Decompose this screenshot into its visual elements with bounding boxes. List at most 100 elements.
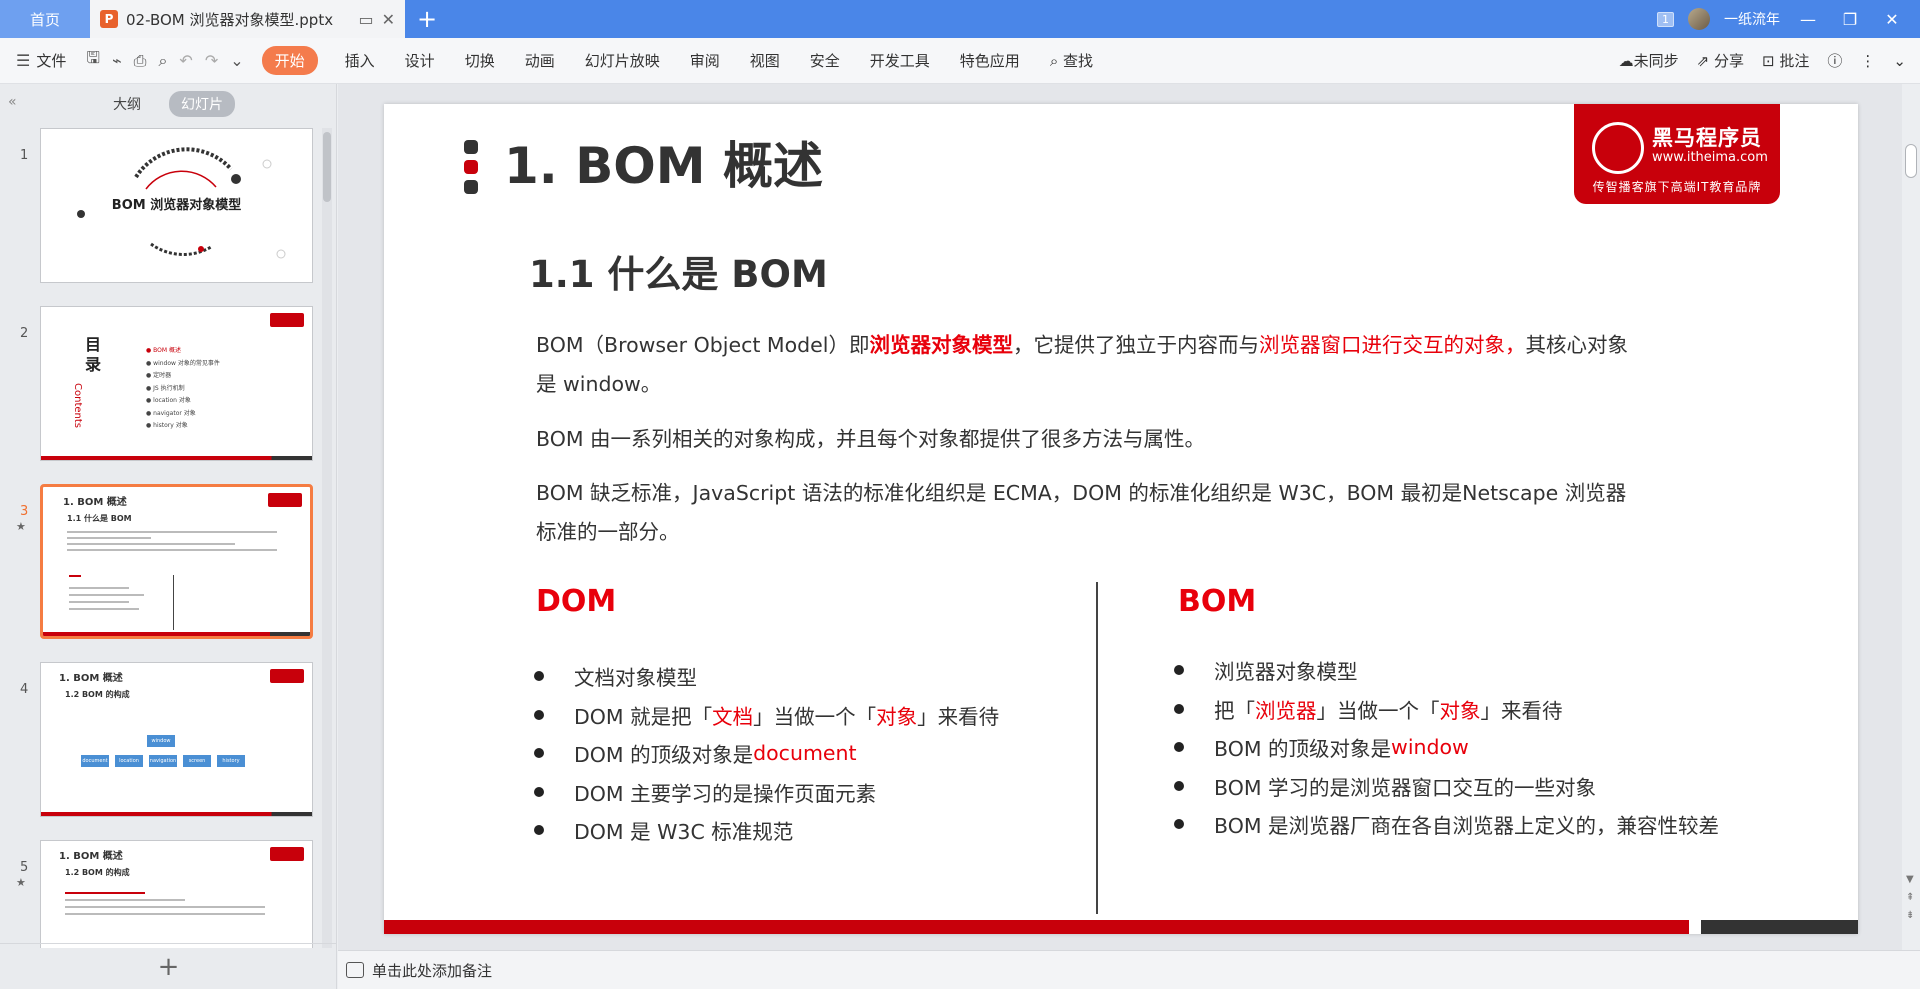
menu-review[interactable]: 审阅 [690,50,720,71]
close-window-icon[interactable]: ✕ [1878,10,1906,29]
list-item: 文档对象模型 [528,657,999,696]
help-icon[interactable]: ⓘ [1827,50,1842,71]
animation-star-icon: ★ [16,876,26,889]
thumbnail-4-box: document [81,755,109,767]
menu-security[interactable]: 安全 [810,50,840,71]
file-menu[interactable]: 文件 [36,50,66,71]
list-item: BOM 学习的是浏览器窗口交互的一些对象 [1168,767,1719,806]
hamburger-menu-icon[interactable]: ☰ [16,51,30,70]
user-name[interactable]: 一纸流年 [1724,9,1780,29]
slide-canvas: 1. BOM 概述 黑马程序员 www.itheima.com 传智播客旗下高端… [338,84,1902,950]
document-tab[interactable]: P 02-BOM 浏览器对象模型.pptx ▭ ✕ [90,0,405,38]
thumbnail-logo [270,847,304,861]
brand-logo: 黑马程序员 www.itheima.com 传智播客旗下高端IT教育品牌 [1574,104,1780,204]
menu-view[interactable]: 视图 [750,50,780,71]
list-item: 浏览器对象模型 [1168,651,1719,690]
thumbnail-footer-bar [41,456,312,460]
current-slide[interactable]: 1. BOM 概述 黑马程序员 www.itheima.com 传智播客旗下高端… [384,104,1858,934]
share-label: 分享 [1714,52,1745,70]
menu-start[interactable]: 开始 [261,46,318,75]
add-slide-button[interactable]: + [0,943,337,989]
bullet [534,825,544,836]
thumbnail-3-sub: 1.1 什么是 BOM [67,514,132,523]
p1-highlight: 浏览器对象模型 [869,333,1013,357]
avatar[interactable] [1688,8,1710,30]
thumbnail-logo [270,313,304,327]
thumbnail-4-box: navigation [149,755,177,767]
collapse-ribbon-icon[interactable]: ⌄ [1893,52,1906,70]
window-count-badge[interactable]: 1 [1657,11,1674,27]
paragraph-3: BOM 缺乏标准，JavaScript 语法的标准化组织是 ECMA，DOM 的… [536,481,1627,544]
ribbon-menu-bar: ☰ 文件 🖫 ⌁ ⎙ ⌕ ↶ ↷ ⌄ 开始 插入 设计 切换 动画 幻灯片放映 … [0,38,1920,84]
print-icon[interactable]: ⎙ [134,51,147,71]
sync-label: 未同步 [1633,52,1679,70]
thumbnail-3-title: 1. BOM 概述 [63,497,127,508]
bullet [1174,819,1184,830]
menu-transition[interactable]: 切换 [465,50,495,71]
titlebar-right: 1 一纸流年 — ❐ ✕ [1657,0,1920,38]
titlebar-spacer [449,0,1657,38]
notes-placeholder[interactable]: 单击此处添加备注 [372,960,492,981]
search-label: 查找 [1063,52,1094,70]
close-tab-icon[interactable]: ✕ [382,10,395,29]
animation-star-icon: ★ [16,520,26,533]
restore-icon[interactable]: ❐ [1836,10,1864,29]
menu-slideshow[interactable]: 幻灯片放映 [585,50,660,71]
logo-tagline: 传智播客旗下高端IT教育品牌 [1592,180,1762,194]
print-preview-icon[interactable]: ⌕ [158,51,167,71]
paragraph-2: BOM 由一系列相关的对象构成，并且每个对象都提供了很多方法与属性。 [536,427,1206,451]
list-item: DOM 是 W3C 标准规范 [528,811,999,850]
canvas-scrollbar[interactable]: ▼ ⇞ ⇟ [1902,84,1920,950]
undo-icon[interactable]: ↶ [179,51,192,70]
dom-heading: DOM [536,584,617,619]
tab-slides[interactable]: 幻灯片 [169,91,235,117]
notes-bar[interactable]: 单击此处添加备注 [338,950,1920,989]
thumbnail-list: 1 BOM 浏览器对象模型 2 目录 Contents ● BOM 概述 ● w… [0,128,320,948]
thumbnail-2-contents: Contents [72,383,83,428]
more-options-icon[interactable]: ⋮ [1860,52,1875,70]
menu-design[interactable]: 设计 [405,50,435,71]
menu-search[interactable]: ⌕ 查找 [1050,50,1093,71]
thumbnail-scrollbar[interactable] [322,128,332,948]
title-decoration [464,140,478,200]
thumbnail-2-item: ● 定时器 [146,372,172,379]
home-tab[interactable]: 首页 [0,0,90,38]
collapse-pane-icon[interactable]: « [8,94,17,110]
menu-features[interactable]: 特色应用 [960,50,1020,71]
next-slide-icon[interactable]: ⇟ [1906,910,1914,921]
sync-button[interactable]: ☁未同步 [1619,50,1679,71]
paragraph-1: BOM（Browser Object Model）即浏览器对象模型，它提供了独立… [536,326,1646,404]
scrollbar-thumb[interactable] [323,132,331,202]
thumbnail-slide-3-active[interactable]: 1. BOM 概述 1.1 什么是 BOM [40,484,313,639]
more-dropdown-icon[interactable]: ⌄ [230,51,243,70]
document-tab-label: 02-BOM 浏览器对象模型.pptx [126,10,334,29]
format-painter-icon[interactable]: ⌁ [112,51,122,70]
new-tab-button[interactable]: + [405,0,449,38]
logo-url: www.itheima.com [1652,150,1768,165]
menu-developer[interactable]: 开发工具 [870,50,930,71]
pptx-file-icon: P [100,10,118,28]
thumbnail-footer-bar [43,632,310,636]
thumbnail-slide-5[interactable]: 1. BOM 概述 1.2 BOM 的构成 [40,840,313,948]
thumbnail-slide-2[interactable]: 目录 Contents ● BOM 概述 ● window 对象的常见事件 ● … [40,306,313,461]
menu-animation[interactable]: 动画 [525,50,555,71]
prev-slide-icon[interactable]: ⇞ [1906,892,1914,903]
save-icon[interactable]: 🖫 [86,47,100,74]
thumbnail-slide-1[interactable]: BOM 浏览器对象模型 [40,128,313,283]
thumbnail-2-item: ● navigator 对象 [146,409,196,417]
share-icon: ⇗ [1696,52,1710,70]
scrollbar-thumb[interactable] [1905,144,1917,178]
menu-insert[interactable]: 插入 [345,50,375,71]
bullet [534,786,544,797]
monitor-icon[interactable]: ▭ [358,10,373,29]
thumbnail-4-box: location [115,755,143,767]
thumbnail-slide-4[interactable]: 1. BOM 概述 1.2 BOM 的构成 window document lo… [40,662,313,817]
minimize-icon[interactable]: — [1794,10,1822,29]
dom-list: 文档对象模型 DOM 就是把「 文档 」当做一个「 对象 」来看待 DOM 的顶级对象是… [528,657,999,850]
annotate-button[interactable]: ⊡ 批注 [1762,50,1809,71]
bullet [1174,665,1184,676]
tab-outline[interactable]: 大纲 [101,91,153,117]
scroll-down-icon[interactable]: ▼ [1906,874,1914,885]
redo-icon[interactable]: ↷ [205,51,218,70]
share-button[interactable]: ⇗ 分享 [1697,50,1744,71]
